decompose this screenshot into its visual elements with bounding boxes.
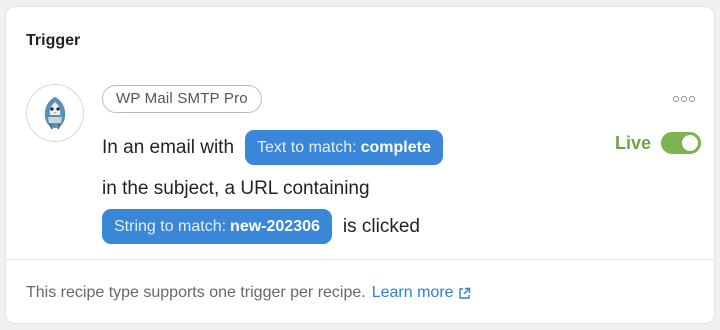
- token-value: new-202306: [230, 217, 320, 235]
- wp-mail-smtp-bird-icon: [44, 97, 66, 130]
- text-to-match-token[interactable]: Text to match: complete: [245, 130, 443, 165]
- learn-more-label: Learn more: [371, 284, 454, 301]
- integration-avatar: [26, 84, 84, 142]
- token-label: Text to match:: [257, 138, 357, 156]
- sentence-line-3: String to match: new-202306 is clicked: [102, 209, 420, 244]
- toggle-knob: [682, 135, 699, 151]
- live-label: Live: [615, 132, 652, 153]
- more-options-icon[interactable]: [673, 96, 695, 102]
- sentence-prefix: In an email with: [102, 136, 235, 158]
- live-status: Live: [615, 132, 702, 154]
- card-title: Trigger: [26, 32, 81, 49]
- footer-text: This recipe type supports one trigger pe…: [26, 284, 366, 301]
- trigger-card: Trigger WP Mail SMTP Pro Live In an emai…: [5, 6, 715, 324]
- live-toggle[interactable]: [661, 132, 702, 154]
- divider: [6, 259, 714, 260]
- sentence-line-1: In an email with Text to match: complete: [102, 130, 443, 165]
- token-value: complete: [360, 138, 431, 156]
- sentence-line-2: in the subject, a URL containing: [102, 178, 370, 199]
- sentence-suffix: is clicked: [342, 215, 420, 237]
- token-label: String to match:: [114, 217, 227, 235]
- string-to-match-token[interactable]: String to match: new-202306: [102, 209, 332, 244]
- integration-badge: WP Mail SMTP Pro: [102, 85, 262, 113]
- learn-more-link[interactable]: Learn more: [372, 284, 471, 302]
- footer-note: This recipe type supports one trigger pe…: [26, 284, 471, 302]
- external-link-icon: [458, 287, 470, 299]
